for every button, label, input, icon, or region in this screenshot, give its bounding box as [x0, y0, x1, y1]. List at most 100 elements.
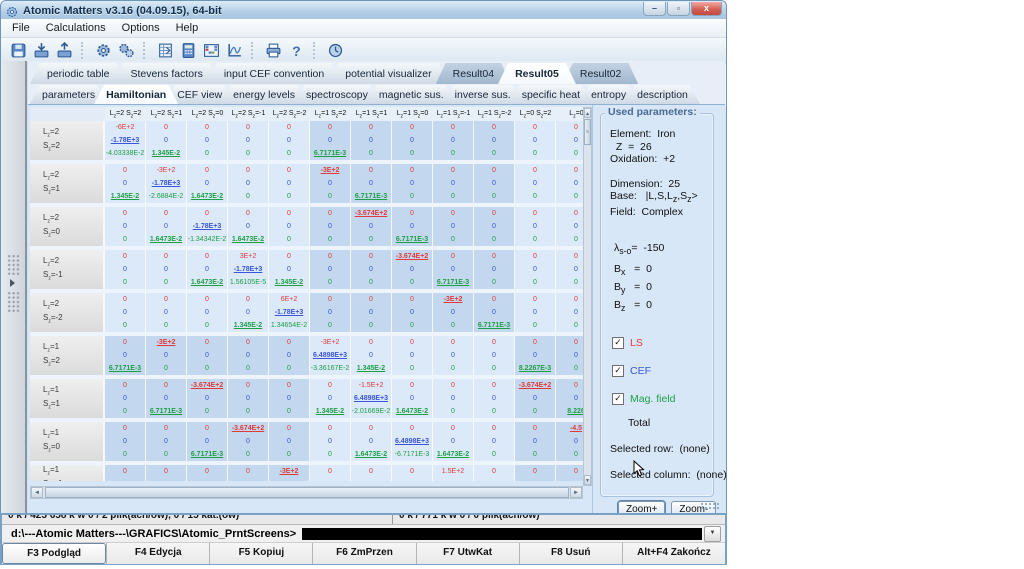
matrix-cell[interactable]: 0 — [105, 349, 146, 362]
menu-help[interactable]: Help — [168, 20, 207, 36]
save-icon[interactable] — [7, 40, 30, 60]
fkey-f5-kopiuj[interactable]: F5 Kopiuj — [209, 543, 312, 564]
matrix-cell[interactable]: 0 — [105, 422, 146, 435]
matrix-cell[interactable]: -4.5 — [556, 422, 583, 435]
matrix-cell[interactable]: 0 — [187, 293, 228, 306]
matrix-cell[interactable]: 0 — [310, 435, 351, 448]
subtab-spectroscopy[interactable]: spectroscopy — [294, 85, 380, 104]
minimize-button[interactable]: – — [643, 2, 666, 16]
matrix-vertical-scrollbar[interactable]: ▲ ≡ ▼ — [583, 107, 592, 486]
expand-panel-arrow-icon[interactable] — [10, 279, 15, 287]
matrix-cell[interactable]: 1.6473E-2 — [228, 233, 269, 246]
subtab-inverse-sus[interactable]: inverse sus. — [443, 85, 523, 104]
matrix-cell[interactable]: 1.345E-2 — [351, 362, 392, 375]
title-bar[interactable]: Atomic Matters v3.16 (04.09.15), 64-bit … — [1, 1, 726, 19]
matrix-cell[interactable]: 0 — [310, 448, 351, 461]
options-icon[interactable] — [115, 40, 138, 60]
matrix-cell[interactable]: 0 — [105, 293, 146, 306]
matrix-cell[interactable]: 0 — [105, 478, 146, 481]
matrix-row-label[interactable]: Lz=2Sz=0 — [30, 207, 105, 246]
dock-splitter[interactable] — [1, 61, 27, 513]
matrix-cell[interactable]: 0 — [146, 134, 187, 147]
matrix-cell[interactable]: -3.674E+2 — [228, 422, 269, 435]
command-input[interactable] — [302, 528, 702, 540]
matrix-cell[interactable]: 0 — [433, 190, 474, 203]
matrix-col-header[interactable]: Lz=0 — [556, 107, 583, 121]
matrix-cell[interactable]: 0 — [310, 306, 351, 319]
matrix-cell[interactable]: 0 — [228, 336, 269, 349]
matrix-cell[interactable]: 0 — [392, 362, 433, 375]
matrix-cell[interactable]: 0 — [474, 392, 515, 405]
matrix-cell[interactable]: 0 — [228, 435, 269, 448]
matrix-cell[interactable]: 0 — [187, 134, 228, 147]
matrix-cell[interactable]: 0 — [474, 478, 515, 481]
matrix-cell[interactable]: 6.7171E-3 — [433, 276, 474, 289]
matrix-col-header[interactable]: Lz=1 Sz=-1 — [433, 107, 474, 121]
matrix-cell[interactable]: 0 — [351, 220, 392, 233]
matrix-cell[interactable]: 0 — [310, 293, 351, 306]
matrix-cell[interactable]: 0 — [515, 465, 556, 478]
export-icon[interactable] — [53, 40, 76, 60]
matrix-cell[interactable]: 0 — [228, 306, 269, 319]
matrix-cell[interactable]: 0 — [433, 349, 474, 362]
matrix-cell[interactable]: 0 — [228, 177, 269, 190]
matrix-cell[interactable]: 0 — [556, 392, 583, 405]
matrix-cell[interactable]: 0 — [269, 207, 310, 220]
matrix-col-header[interactable]: Lz=1 Sz=-2 — [474, 107, 515, 121]
matrix-cell[interactable]: 0 — [146, 250, 187, 263]
matrix-cell[interactable]: 0 — [269, 233, 310, 246]
matrix-cell[interactable]: 0 — [433, 362, 474, 375]
matrix-cell[interactable]: 0 — [269, 336, 310, 349]
matrix-cell[interactable]: 0 — [556, 177, 583, 190]
matrix-cell[interactable]: 0 — [474, 362, 515, 375]
matrix-cell[interactable]: 0 — [351, 147, 392, 160]
matrix-cell[interactable]: 0 — [474, 190, 515, 203]
matrix-col-header[interactable]: Lz=1 Sz=2 — [310, 107, 351, 121]
matrix-cell[interactable]: 0 — [351, 121, 392, 134]
matrix-cell[interactable]: 0 — [474, 177, 515, 190]
fkey-alt-f4-zako-cz[interactable]: Alt+F4 Zakończ — [622, 543, 725, 564]
matrix-col-header[interactable]: Lz=2 Sz=-1 — [228, 107, 269, 121]
matrix-cell[interactable]: 0 — [228, 220, 269, 233]
matrix-cell[interactable]: 0 — [351, 177, 392, 190]
matrix-cell[interactable]: 0 — [515, 147, 556, 160]
matrix-cell[interactable]: 0 — [269, 177, 310, 190]
matrix-cell[interactable]: 0 — [474, 233, 515, 246]
matrix-cell[interactable]: 0 — [433, 177, 474, 190]
matrix-cell[interactable]: 0 — [187, 362, 228, 375]
matrix-cell[interactable]: -3E+2 — [146, 336, 187, 349]
matrix-cell[interactable]: 0 — [392, 293, 433, 306]
matrix-cell[interactable]: 0 — [474, 276, 515, 289]
matrix-cell[interactable]: 0 — [105, 233, 146, 246]
matrix-cell[interactable]: 0 — [433, 207, 474, 220]
matrix-cell[interactable]: 0 — [433, 392, 474, 405]
matrix-cell[interactable]: 0 — [228, 147, 269, 160]
matrix-cell[interactable]: 0 — [515, 422, 556, 435]
matrix-cell[interactable]: 0 — [392, 392, 433, 405]
matrix-cell[interactable]: -3E+2 — [310, 164, 351, 177]
matrix-cell[interactable]: 0 — [433, 319, 474, 332]
matrix-cell[interactable]: 0 — [556, 349, 583, 362]
matrix-cell[interactable]: 0 — [515, 405, 556, 418]
matrix-cell[interactable]: 0 — [146, 349, 187, 362]
matrix-cell[interactable]: 0 — [556, 263, 583, 276]
settings-icon[interactable] — [92, 40, 115, 60]
matrix-cell[interactable]: 0 — [392, 263, 433, 276]
matrix-cell[interactable]: 0 — [187, 250, 228, 263]
matrix-cell[interactable]: 0 — [474, 349, 515, 362]
matrix-cell[interactable]: 6.7171E-3 — [351, 190, 392, 203]
matrix-cell[interactable]: 0 — [515, 190, 556, 203]
matrix-cell[interactable]: 1.345E-2 — [146, 147, 187, 160]
matrix-cell[interactable]: 0 — [310, 121, 351, 134]
matrix-col-header[interactable]: Lz=1 Sz=0 — [392, 107, 433, 121]
matrix-cell[interactable]: 0 — [310, 379, 351, 392]
matrix-cell[interactable]: 0 — [515, 164, 556, 177]
matrix-col-header[interactable]: Lz=2 Sz=-2 — [269, 107, 310, 121]
matrix-cell[interactable]: 0 — [474, 465, 515, 478]
matrix-cell[interactable]: 0 — [392, 349, 433, 362]
matrix-cell[interactable]: 0 — [269, 448, 310, 461]
matrix-cell[interactable]: 0 — [474, 147, 515, 160]
tab-input-cef-convention[interactable]: input CEF convention — [207, 63, 341, 84]
matrix-cell[interactable]: 0 — [105, 319, 146, 332]
scroll-down-icon[interactable]: ▼ — [584, 475, 591, 485]
